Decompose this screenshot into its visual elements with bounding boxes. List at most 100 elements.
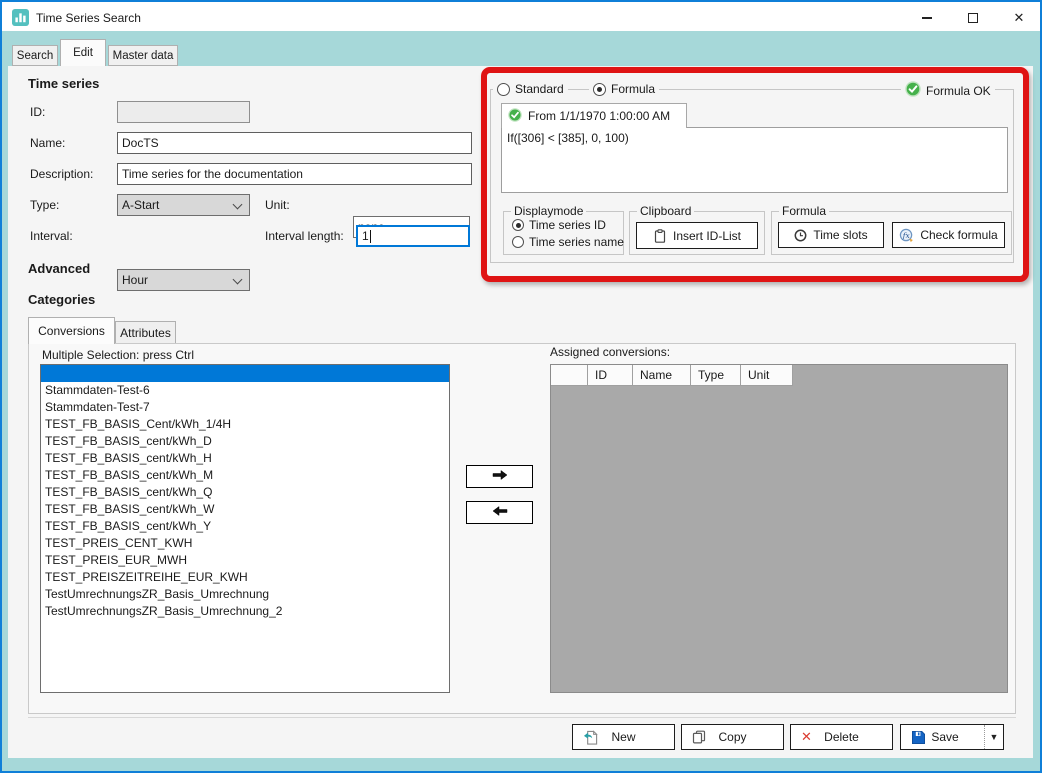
assigned-conversions-label: Assigned conversions: (550, 345, 670, 359)
grid-header-row: IDNameTypeUnit (551, 365, 1007, 386)
time-series-name-radio[interactable]: Time series name (508, 235, 628, 249)
chevron-down-icon (233, 275, 243, 285)
list-item[interactable]: TEST_PREIS_EUR_MWH (41, 552, 449, 569)
list-item[interactable]: TEST_FB_BASIS_cent/kWh_D (41, 433, 449, 450)
clipboard-label: Clipboard (637, 204, 694, 218)
interval-label: Interval: (30, 229, 73, 243)
interval-dropdown[interactable]: Hour (117, 269, 250, 291)
remove-conversion-button[interactable] (466, 501, 533, 524)
check-formula-button[interactable]: fx Check formula (892, 222, 1005, 248)
list-item[interactable] (41, 365, 449, 382)
grid-header-cell[interactable] (551, 365, 588, 386)
formula-radio[interactable]: Formula (589, 82, 659, 96)
window-title: Time Series Search (36, 11, 141, 25)
clipboard-groupbox: Clipboard Insert ID-List (629, 211, 765, 255)
time-slots-button[interactable]: Time slots (778, 222, 884, 248)
time-series-heading: Time series (28, 76, 99, 91)
standard-radio[interactable]: Standard (493, 82, 568, 96)
type-dropdown[interactable]: A-Start (117, 194, 250, 216)
categories-heading: Categories (28, 292, 95, 307)
clock-icon (794, 229, 807, 242)
app-icon (12, 9, 29, 26)
insert-id-list-button[interactable]: Insert ID-List (636, 222, 758, 249)
conversions-listbox[interactable]: Stammdaten-Test-6Stammdaten-Test-7TEST_F… (40, 364, 450, 693)
list-item[interactable]: TEST_FB_BASIS_cent/kWh_W (41, 501, 449, 518)
name-field[interactable]: DocTS (117, 132, 472, 154)
id-field (117, 101, 250, 123)
maximize-icon (968, 13, 978, 23)
assign-conversion-button[interactable] (466, 465, 533, 488)
radio-icon (512, 236, 524, 248)
formula-ok-status: Formula OK (901, 81, 995, 100)
delete-button[interactable]: ✕ Delete (790, 724, 893, 750)
formula-groupbox: Formula Time slots fx Check formula (771, 211, 1012, 255)
list-item[interactable]: Stammdaten-Test-6 (41, 382, 449, 399)
time-series-id-radio[interactable]: Time series ID (508, 218, 610, 232)
from-tab-label: From 1/1/1970 1:00:00 AM (528, 109, 670, 123)
advanced-heading: Advanced (28, 261, 90, 276)
grid-header-cell[interactable]: ID (588, 365, 633, 386)
radio-checked-icon (512, 219, 524, 231)
copy-button[interactable]: Copy (681, 724, 784, 750)
list-item[interactable]: TEST_PREISZEITREIHE_EUR_KWH (41, 569, 449, 586)
new-document-icon (583, 730, 598, 745)
type-label: Type: (30, 198, 59, 212)
description-label: Description: (30, 167, 93, 181)
minimize-button[interactable] (904, 4, 950, 32)
chevron-down-icon (233, 200, 243, 210)
assigned-conversions-grid[interactable]: IDNameTypeUnit (550, 364, 1008, 693)
displaymode-label: Displaymode (511, 204, 586, 218)
list-item[interactable]: TEST_PREIS_CENT_KWH (41, 535, 449, 552)
list-item[interactable]: TEST_FB_BASIS_Cent/kWh_1/4H (41, 416, 449, 433)
tab-master-data[interactable]: Master data (108, 45, 178, 66)
new-button[interactable]: New (572, 724, 675, 750)
list-item[interactable]: TEST_FB_BASIS_cent/kWh_H (41, 450, 449, 467)
tab-conversions[interactable]: Conversions (28, 317, 115, 344)
description-field[interactable]: Time series for the documentation (117, 163, 472, 185)
close-button[interactable]: ✕ (996, 4, 1042, 32)
id-label: ID: (30, 105, 45, 119)
tab-attributes[interactable]: Attributes (115, 321, 176, 343)
fx-check-icon: fx (899, 228, 914, 243)
maximize-button[interactable] (950, 4, 996, 32)
radio-icon (497, 83, 510, 96)
tab-search[interactable]: Search (12, 45, 58, 66)
tab-edit[interactable]: Edit (60, 39, 106, 66)
svg-text:fx: fx (902, 230, 911, 239)
formula-textarea[interactable]: If([306] < [385], 0, 100) (501, 127, 1008, 193)
list-item[interactable]: TestUmrechnungsZR_Basis_Umrechnung (41, 586, 449, 603)
save-dropdown-caret[interactable]: ▼ (984, 725, 1003, 749)
list-item[interactable]: Stammdaten-Test-7 (41, 399, 449, 416)
radio-checked-icon (593, 83, 606, 96)
grid-header-cell[interactable]: Name (633, 365, 691, 386)
multiple-selection-hint: Multiple Selection: press Ctrl (42, 348, 194, 362)
arrow-left-icon (491, 505, 509, 520)
clipboard-icon (653, 229, 667, 243)
name-label: Name: (30, 136, 65, 150)
save-button[interactable]: Save ▼ (900, 724, 1004, 750)
arrow-right-icon (491, 469, 509, 484)
formula-from-tab[interactable]: From 1/1/1970 1:00:00 AM (501, 103, 687, 128)
title-bar: Time Series Search ✕ (2, 2, 1040, 31)
list-item[interactable]: TestUmrechnungsZR_Basis_Umrechnung_2 (41, 603, 449, 620)
grid-header-cell[interactable]: Unit (741, 365, 793, 386)
formula-ok-label: Formula OK (926, 84, 991, 98)
grid-header-cell[interactable]: Type (691, 365, 741, 386)
list-item[interactable]: TEST_FB_BASIS_cent/kWh_M (41, 467, 449, 484)
interval-length-field[interactable]: 1 (356, 225, 470, 247)
list-item[interactable]: TEST_FB_BASIS_cent/kWh_Y (41, 518, 449, 535)
check-circle-icon (905, 81, 921, 100)
formula-group-label: Formula (779, 204, 829, 218)
list-item[interactable]: TEST_FB_BASIS_cent/kWh_Q (41, 484, 449, 501)
delete-x-icon: ✕ (801, 729, 812, 745)
button-bar-divider (28, 717, 1016, 718)
displaymode-groupbox: Displaymode Time series ID Time series n… (503, 211, 624, 255)
check-circle-icon (508, 108, 522, 125)
close-icon: ✕ (1014, 10, 1025, 26)
minimize-icon (922, 17, 932, 19)
copy-icon (692, 730, 706, 744)
unit-label: Unit: (265, 198, 290, 212)
save-floppy-icon (911, 730, 926, 745)
text-cursor (370, 230, 371, 243)
app-window: Time Series Search ✕ Search Edit Master … (0, 0, 1042, 773)
